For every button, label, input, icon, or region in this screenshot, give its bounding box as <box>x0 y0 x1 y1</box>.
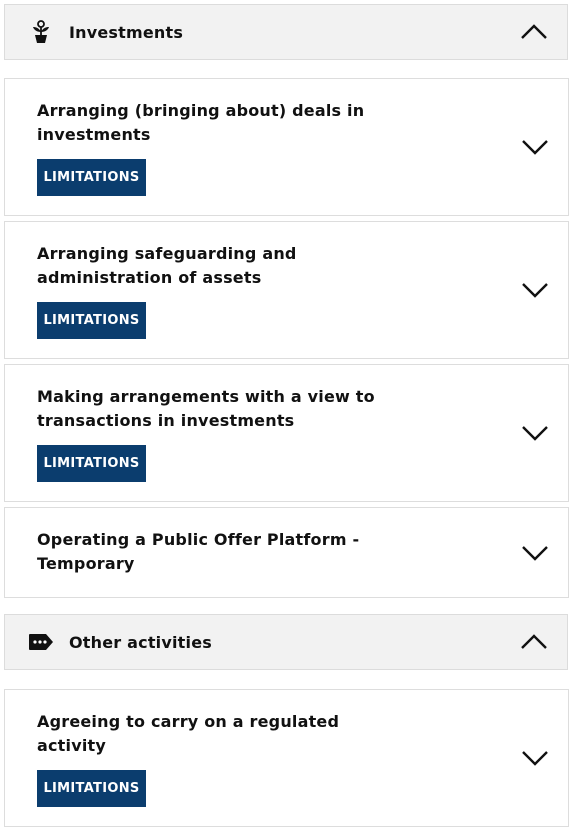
chevron-down-icon[interactable] <box>520 748 550 768</box>
chevron-down-icon[interactable] <box>520 137 550 157</box>
activity-card[interactable]: Arranging (bringing about) deals in inve… <box>4 78 569 216</box>
activity-card[interactable]: Arranging safeguarding and administratio… <box>4 221 569 359</box>
plant-icon <box>29 20 53 44</box>
activity-title: Agreeing to carry on a regulated activit… <box>37 712 340 755</box>
section-title: Investments <box>69 22 184 42</box>
section-title: Other activities <box>69 632 212 652</box>
activity-title: Making arrangements with a view to trans… <box>37 387 375 430</box>
activity-card[interactable]: Making arrangements with a view to trans… <box>4 364 569 502</box>
activity-card[interactable]: Agreeing to carry on a regulated activit… <box>4 689 569 827</box>
activity-title: Arranging (bringing about) deals in inve… <box>37 101 365 144</box>
chevron-up-icon[interactable] <box>519 632 549 652</box>
activity-title: Operating a Public Offer Platform - Temp… <box>37 530 360 573</box>
activity-title: Arranging safeguarding and administratio… <box>37 244 297 287</box>
section-header-investments[interactable]: Investments <box>4 4 568 60</box>
limitations-badge[interactable]: LIMITATIONS <box>37 302 146 339</box>
chevron-down-icon[interactable] <box>520 543 550 563</box>
limitations-badge[interactable]: LIMITATIONS <box>37 445 146 482</box>
chevron-down-icon[interactable] <box>520 280 550 300</box>
activity-card[interactable]: Operating a Public Offer Platform - Temp… <box>4 507 569 598</box>
chevron-up-icon[interactable] <box>519 22 549 42</box>
chevron-down-icon[interactable] <box>520 423 550 443</box>
limitations-badge[interactable]: LIMITATIONS <box>37 159 146 196</box>
limitations-badge[interactable]: LIMITATIONS <box>37 770 146 807</box>
tag-icon <box>29 630 53 654</box>
section-header-other-activities[interactable]: Other activities <box>4 614 568 670</box>
